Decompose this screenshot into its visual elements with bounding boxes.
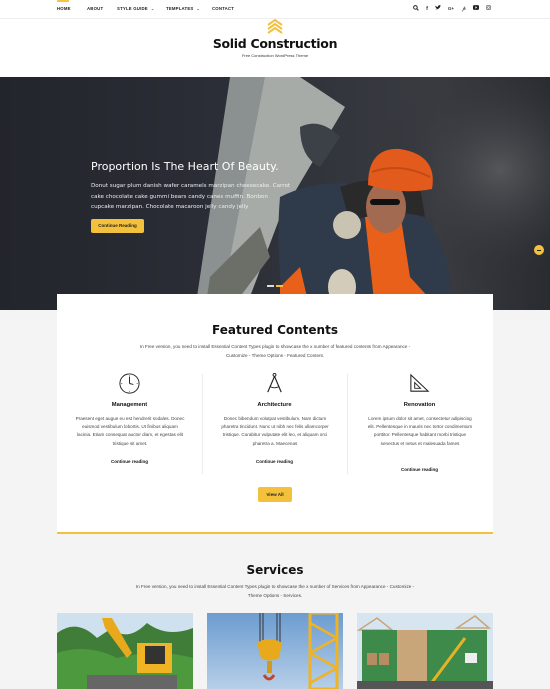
crane-hook-image[interactable] <box>207 613 343 689</box>
hero-title: Proportion Is The Heart Of Beauty. <box>91 160 279 173</box>
site-tagline: Free Construction WordPress Theme <box>241 53 309 58</box>
chevron-down-icon: ⌄ <box>150 6 155 11</box>
hero-text: Donut sugar plum danish wafer caramels m… <box>91 183 291 210</box>
column-divider <box>347 374 348 474</box>
set-square-icon <box>410 373 430 392</box>
nav-home[interactable]: HOME <box>57 6 71 11</box>
continue-reading-link[interactable]: Continue reading <box>202 459 347 464</box>
featured-description: In Free version, you need to install Ess… <box>139 344 411 358</box>
featured-title: Featured Contents <box>212 323 338 337</box>
twitter-icon[interactable] <box>434 5 442 13</box>
scroll-down-button[interactable] <box>534 245 544 255</box>
site-header: Solid Construction Free Construction Wor… <box>0 18 550 77</box>
clock-icon <box>119 373 140 394</box>
search-icon[interactable] <box>412 5 420 14</box>
hero-slider: Proportion Is The Heart Of Beauty. Donut… <box>0 77 550 310</box>
house-frame-image[interactable] <box>357 613 493 689</box>
nav-templates[interactable]: TEMPLATES ⌄ <box>166 6 200 11</box>
featured-item-title[interactable]: Management <box>57 402 202 408</box>
featured-contents-section: Featured Contents In Free version, you n… <box>57 294 493 534</box>
active-indicator <box>57 0 69 2</box>
featured-item-text: Donec bibendum volutpat vestibulum. Nam … <box>221 416 329 446</box>
services-title: Services <box>246 563 304 577</box>
chevron-down-icon: ⌄ <box>196 6 201 11</box>
google-plus-icon[interactable]: G+ <box>447 5 455 13</box>
youtube-icon[interactable] <box>472 5 480 13</box>
slider-dot-1[interactable] <box>267 285 274 287</box>
continue-reading-link[interactable]: Continue reading <box>57 459 202 464</box>
nav-templates-label: TEMPLATES <box>166 6 194 11</box>
nav-about[interactable]: ABOUT <box>87 6 103 11</box>
instagram-icon[interactable] <box>484 5 492 13</box>
continue-reading-button[interactable]: Continue Reading <box>91 219 144 233</box>
nav-style-guide-label: STYLE GUIDE <box>117 6 148 11</box>
logo-chevrons-icon[interactable] <box>266 18 284 35</box>
featured-item-text: Lorem ipsum dolor sit amet, consectetur … <box>367 416 473 446</box>
view-all-button[interactable]: View All <box>258 487 292 502</box>
nav-contact[interactable]: CONTACT <box>212 6 234 11</box>
nav-style-guide[interactable]: STYLE GUIDE ⌄ <box>117 6 154 11</box>
excavator-image[interactable] <box>57 613 193 689</box>
slider-dot-2[interactable] <box>276 285 283 287</box>
facebook-icon[interactable]: f <box>423 5 431 13</box>
featured-item-title[interactable]: Renovation <box>347 402 492 408</box>
featured-item-title[interactable]: Architecture <box>202 402 347 408</box>
top-navigation: HOME ABOUT STYLE GUIDE ⌄ TEMPLATES ⌄ CONTA… <box>0 0 550 19</box>
continue-reading-link[interactable]: Continue reading <box>347 467 492 472</box>
compass-icon <box>267 372 282 393</box>
featured-item-text: Praesent eget augue eu est hendrerit sod… <box>75 416 185 446</box>
pinterest-icon[interactable]: 𝓅 <box>460 5 468 13</box>
site-title[interactable]: Solid Construction <box>0 36 550 51</box>
services-description: In Free version, you need to install Ess… <box>135 584 415 598</box>
